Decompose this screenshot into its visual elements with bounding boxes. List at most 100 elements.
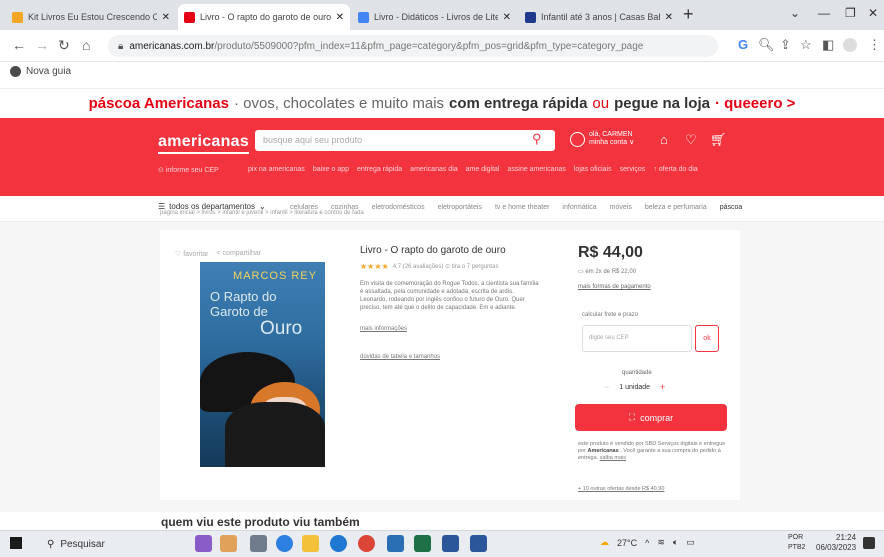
sidebar-icon[interactable]: ◧ [822,37,834,53]
cart-icon[interactable]: 🛒︎ [710,132,727,148]
task-view-icon[interactable] [250,535,267,552]
close-icon[interactable]: ✕ [336,12,344,23]
header-link[interactable]: baixe o app [313,166,349,173]
category-link[interactable]: eletrodomésticos [372,204,425,211]
store-icon[interactable]: ⌂ [660,132,668,147]
excel-icon[interactable] [414,535,431,552]
header-link[interactable]: americanas dia [410,166,457,173]
windows-start-icon[interactable] [10,537,22,549]
globe-icon [10,66,21,77]
star-rating-icon: ★★★★ [360,262,389,271]
app-icon[interactable] [220,535,237,552]
cep-input[interactable]: digite seu CEP [582,325,692,352]
close-icon[interactable]: ✕ [162,12,170,23]
bookmark-nova-guia[interactable]: Nova guia [10,66,71,77]
cover-hand-illustration [225,402,325,467]
bag-icon: ⛶ [628,412,636,422]
volume-icon: 🔈︎ [672,537,679,547]
taskbar-search[interactable]: ⚲ Pesquisar [47,539,105,550]
new-tab-icon[interactable]: + [683,4,694,25]
clock[interactable]: 21:24 06/03/2023 [816,533,856,553]
reload-icon[interactable]: ↻ [58,37,70,54]
forward-icon[interactable]: → [35,37,49,53]
favicon-icon [184,11,195,23]
chrome-icon[interactable] [358,535,375,552]
product-actions: ♡ favoritar < compartilhar [175,250,261,258]
wifi-icon: ≋ [657,537,665,547]
installments: ▭ em 2x de R$ 22,00 [578,269,637,275]
category-link[interactable]: beleza e perfumaria [645,204,707,211]
edge-icon[interactable] [276,535,293,552]
account-menu[interactable]: olá, CARMEN minha conta ∨ [570,131,634,147]
favicon-icon [358,11,369,23]
tab-livro-rapto[interactable]: Livro - O rapto do garoto de ouro ✕ [178,4,350,30]
back-icon[interactable]: ← [12,37,26,53]
payment-options-link[interactable]: mais formas de pagamento [578,284,651,290]
search-icon[interactable]: ⚲ [532,131,542,147]
header-link[interactable]: ame digital [466,166,500,173]
system-tray[interactable]: ☁ 27°C ^ ≋ 🔈︎ ▭ [600,537,695,548]
cep-ok-button[interactable]: ok [695,325,719,352]
header-link[interactable]: serviços [620,166,646,173]
category-link[interactable]: informática [562,204,596,211]
app-icon[interactable] [330,535,347,552]
questions-link[interactable]: dúvidas de tabela e tamanhos [360,354,440,360]
share-button[interactable]: < compartilhar [217,250,262,258]
category-link[interactable]: páscoa [720,204,743,211]
breadcrumb[interactable]: página inicial > livros > infantil e juv… [160,210,364,216]
price: R$ 44,00 [578,244,643,261]
cep-link[interactable]: ⊙ informe seu CEP [158,166,219,174]
other-offers-link[interactable]: + 10 outras ofertas desde R$ 40,90 [578,486,664,492]
app-icon[interactable] [195,535,212,552]
google-icon[interactable]: G [738,37,748,52]
language-indicator[interactable]: POR PTB2 [788,533,806,553]
tab-livros-didaticos[interactable]: Livro - Didáticos - Livros de Lite ✕ [352,4,517,30]
zoom-icon[interactable]: 🔍︎ [758,37,775,53]
bookmark-star-icon[interactable]: ☆ [800,37,812,53]
tab-kit-livros[interactable]: Kit Livros Eu Estou Crescendo Co ✕ [6,4,176,30]
header-link[interactable]: entrega rápida [357,166,402,173]
header-link[interactable]: lojas oficiais [574,166,612,173]
favicon-icon [12,11,23,23]
category-link[interactable]: eletroportáteis [438,204,482,211]
quantity-stepper[interactable]: − 1 unidade + [604,382,665,392]
notifications-icon[interactable] [863,537,875,549]
address-bar[interactable]: 🔒︎ americanas.com.br/produto/5509000?pfm… [108,35,718,57]
app-icon[interactable] [442,535,459,552]
tab-search-icon[interactable]: ⌄ [790,6,800,20]
header-link[interactable]: pix na americanas [248,166,305,173]
minus-icon[interactable]: − [604,382,609,392]
search-input[interactable]: busque aqui seu produto [255,130,555,151]
category-link[interactable]: móveis [610,204,632,211]
rating[interactable]: ★★★★ 4,7 (26 avaliações) ⊙ tira o 7 perg… [360,262,498,271]
store-app-icon[interactable] [387,535,404,552]
buy-button[interactable]: ⛶ comprar [575,404,727,431]
close-icon[interactable]: ✕ [503,12,511,23]
file-explorer-icon[interactable] [302,535,319,552]
tab-casas-bahia[interactable]: Infantil até 3 anos | Casas Bahia ✕ [519,4,679,30]
shipping-label: calcular frete e prazo [582,312,639,318]
home-icon[interactable]: ⌂ [82,37,90,53]
share-icon[interactable]: ⇪ [780,37,791,53]
menu-icon[interactable]: ⋮ [868,37,881,53]
maximize-icon[interactable]: ❐ [845,6,856,20]
plus-icon[interactable]: + [660,382,665,392]
favorite-button[interactable]: ♡ favoritar [175,250,209,258]
user-icon [570,131,585,147]
category-link[interactable]: tv e home theater [495,204,549,211]
profile-avatar[interactable] [843,38,857,52]
product-image[interactable]: MARCOS REY O Rapto do Garoto de Ouro [200,262,325,467]
heart-icon[interactable]: ♡ [685,132,697,148]
promo-banner[interactable]: páscoa Americanas · ovos, chocolates e m… [0,88,884,118]
header-link[interactable]: assine americanas [508,166,566,173]
close-window-icon[interactable]: ✕ [868,6,878,20]
word-icon[interactable] [470,535,487,552]
americanas-logo[interactable]: americanas [158,133,250,154]
recommendations-title: quem viu este produto viu também [161,515,360,529]
close-icon[interactable]: ✕ [665,12,673,23]
header-link[interactable]: ↑ oferta do dia [653,166,697,173]
learn-more-link[interactable]: saiba mais [600,455,626,461]
lock-icon: 🔒︎ [118,40,124,52]
more-info-link[interactable]: mais informações [360,326,407,332]
minimize-icon[interactable]: — [818,6,830,20]
